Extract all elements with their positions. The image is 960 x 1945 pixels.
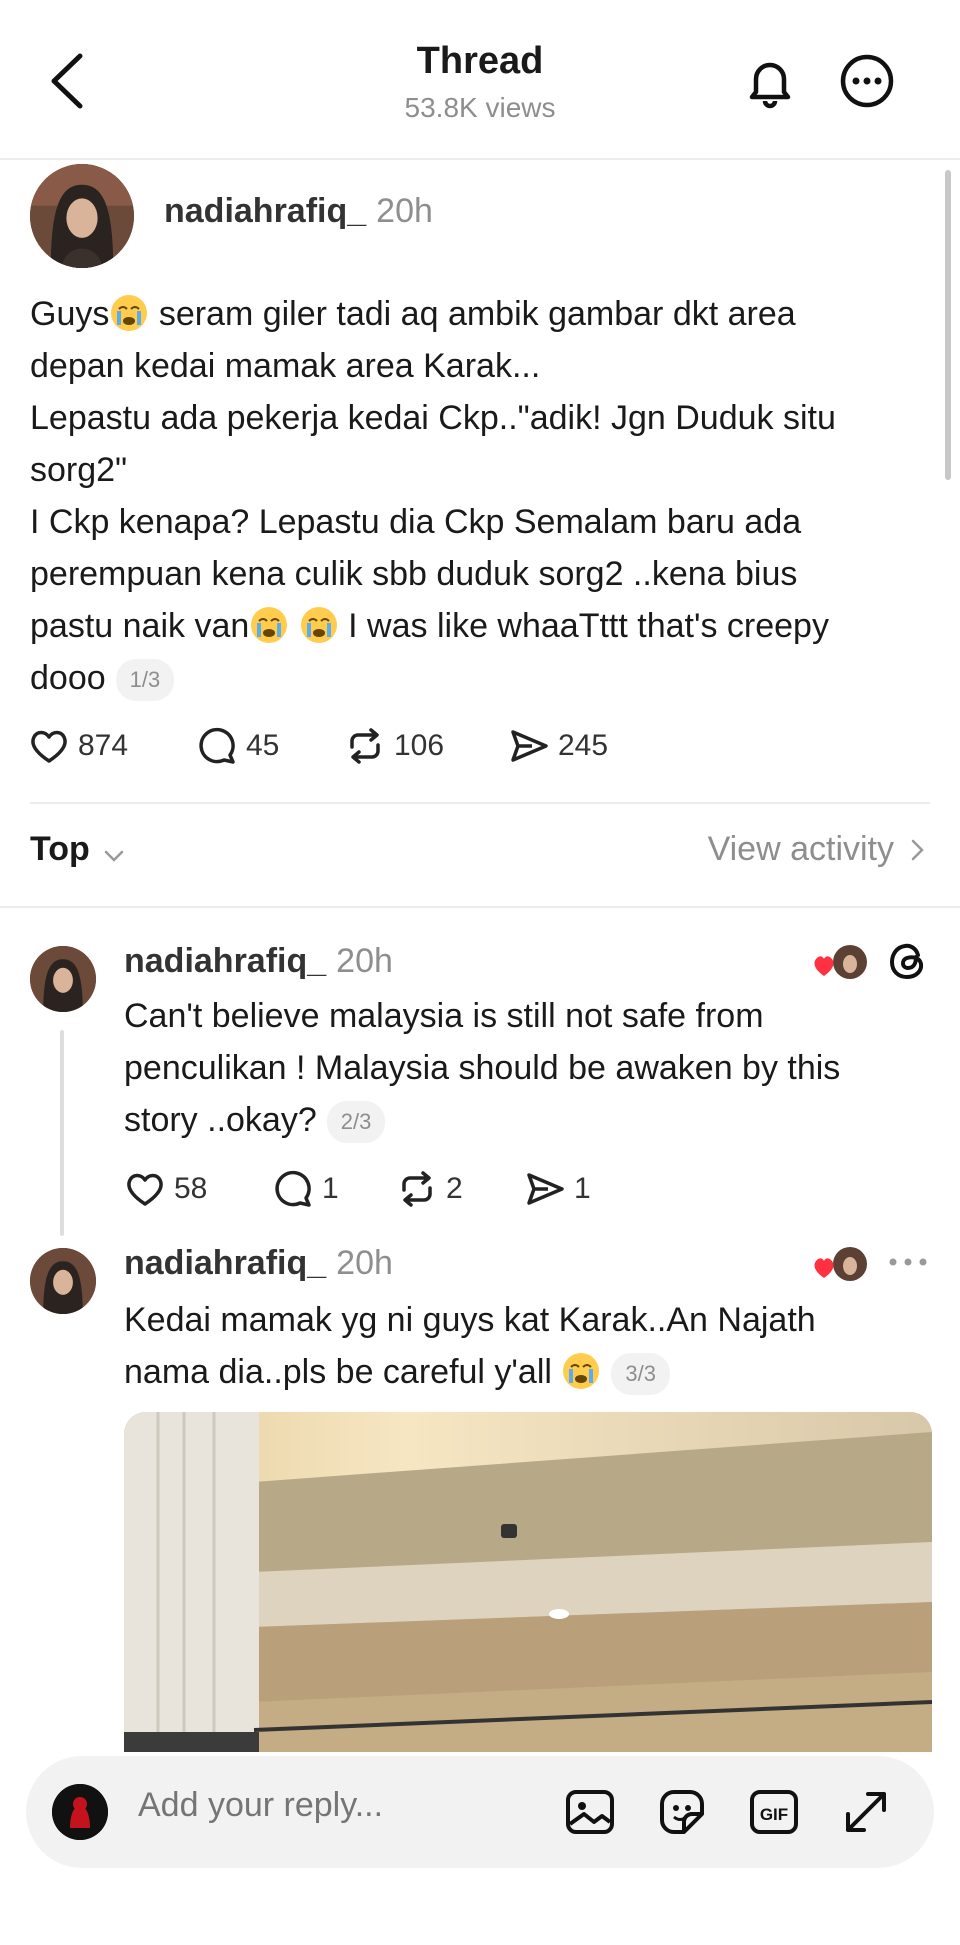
repost-icon — [350, 728, 380, 764]
gif-icon[interactable]: GIF — [746, 1784, 802, 1840]
like-button[interactable]: 874 — [28, 725, 128, 767]
crying-emoji-icon — [300, 607, 337, 643]
reply-time: 20h — [336, 1244, 393, 1282]
thread-connector — [60, 1030, 64, 1236]
comment-button[interactable]: 1 — [272, 1168, 339, 1210]
top-bar: Thread 53.8K views — [0, 0, 960, 160]
share-icon — [511, 730, 548, 762]
reply-author[interactable]: nadiahrafiq_ 20h — [124, 942, 393, 981]
chevron-right-icon — [911, 839, 924, 860]
comment-icon — [199, 727, 235, 764]
thread-position-badge: 1/3 — [115, 659, 175, 702]
share-button[interactable]: 1 — [524, 1168, 591, 1210]
share-icon — [527, 1173, 564, 1205]
scrollbar[interactable] — [945, 170, 951, 480]
more-options-icon[interactable] — [885, 1252, 931, 1272]
crying-emoji-icon — [563, 1353, 600, 1389]
image-icon[interactable] — [562, 1784, 618, 1840]
thread-position-badge: 3/3 — [611, 1353, 670, 1396]
like-button[interactable]: 58 — [124, 1168, 207, 1210]
divider — [30, 802, 930, 804]
post-text: Guys seram giler tadi aq ambik gambar dk… — [30, 288, 910, 704]
thread-position-badge: 2/3 — [326, 1101, 386, 1144]
reply-composer: GIF — [26, 1756, 934, 1868]
reply-input[interactable] — [138, 1786, 538, 1825]
reply-time: 20h — [336, 942, 393, 980]
repost-icon — [402, 1171, 432, 1207]
crying-emoji-icon — [111, 295, 148, 331]
heart-icon — [127, 1173, 163, 1206]
page-title: Thread — [416, 40, 544, 82]
post-time: 20h — [376, 192, 433, 230]
sticker-icon[interactable] — [654, 1784, 710, 1840]
sort-row: Top View activity — [30, 830, 930, 880]
author-liked-icon — [814, 1247, 867, 1281]
bell-icon[interactable] — [741, 52, 799, 110]
share-button[interactable]: 245 — [508, 725, 608, 767]
author-liked-icon — [814, 945, 867, 979]
avatar[interactable] — [30, 164, 134, 268]
avatar[interactable] — [30, 946, 96, 1012]
post-author[interactable]: nadiahrafiq_ 20h — [164, 192, 433, 231]
reply-text: Kedai mamak yg ni guys kat Karak..An Naj… — [124, 1294, 924, 1398]
repost-button[interactable]: 106 — [344, 725, 444, 767]
expand-icon[interactable] — [838, 1784, 894, 1840]
chevron-down-icon[interactable] — [100, 842, 128, 870]
threads-logo-icon — [889, 943, 924, 980]
crying-emoji-icon — [251, 607, 288, 643]
attached-photo[interactable] — [124, 1412, 932, 1752]
svg-text:GIF: GIF — [760, 1805, 788, 1824]
more-icon[interactable] — [838, 52, 896, 110]
avatar[interactable] — [30, 1248, 96, 1314]
reply-text: Can't believe malaysia is still not safe… — [124, 990, 924, 1146]
comment-icon — [275, 1170, 311, 1207]
heart-icon — [31, 730, 67, 763]
divider — [0, 906, 960, 908]
sort-dropdown[interactable]: Top — [30, 830, 90, 869]
view-count: 53.8K views — [404, 92, 556, 123]
reply-author[interactable]: nadiahrafiq_ 20h — [124, 1244, 393, 1283]
current-user-avatar — [52, 1784, 108, 1840]
comment-button[interactable]: 45 — [196, 725, 279, 767]
repost-button[interactable]: 2 — [396, 1168, 463, 1210]
view-activity-link[interactable]: View activity — [708, 830, 930, 869]
